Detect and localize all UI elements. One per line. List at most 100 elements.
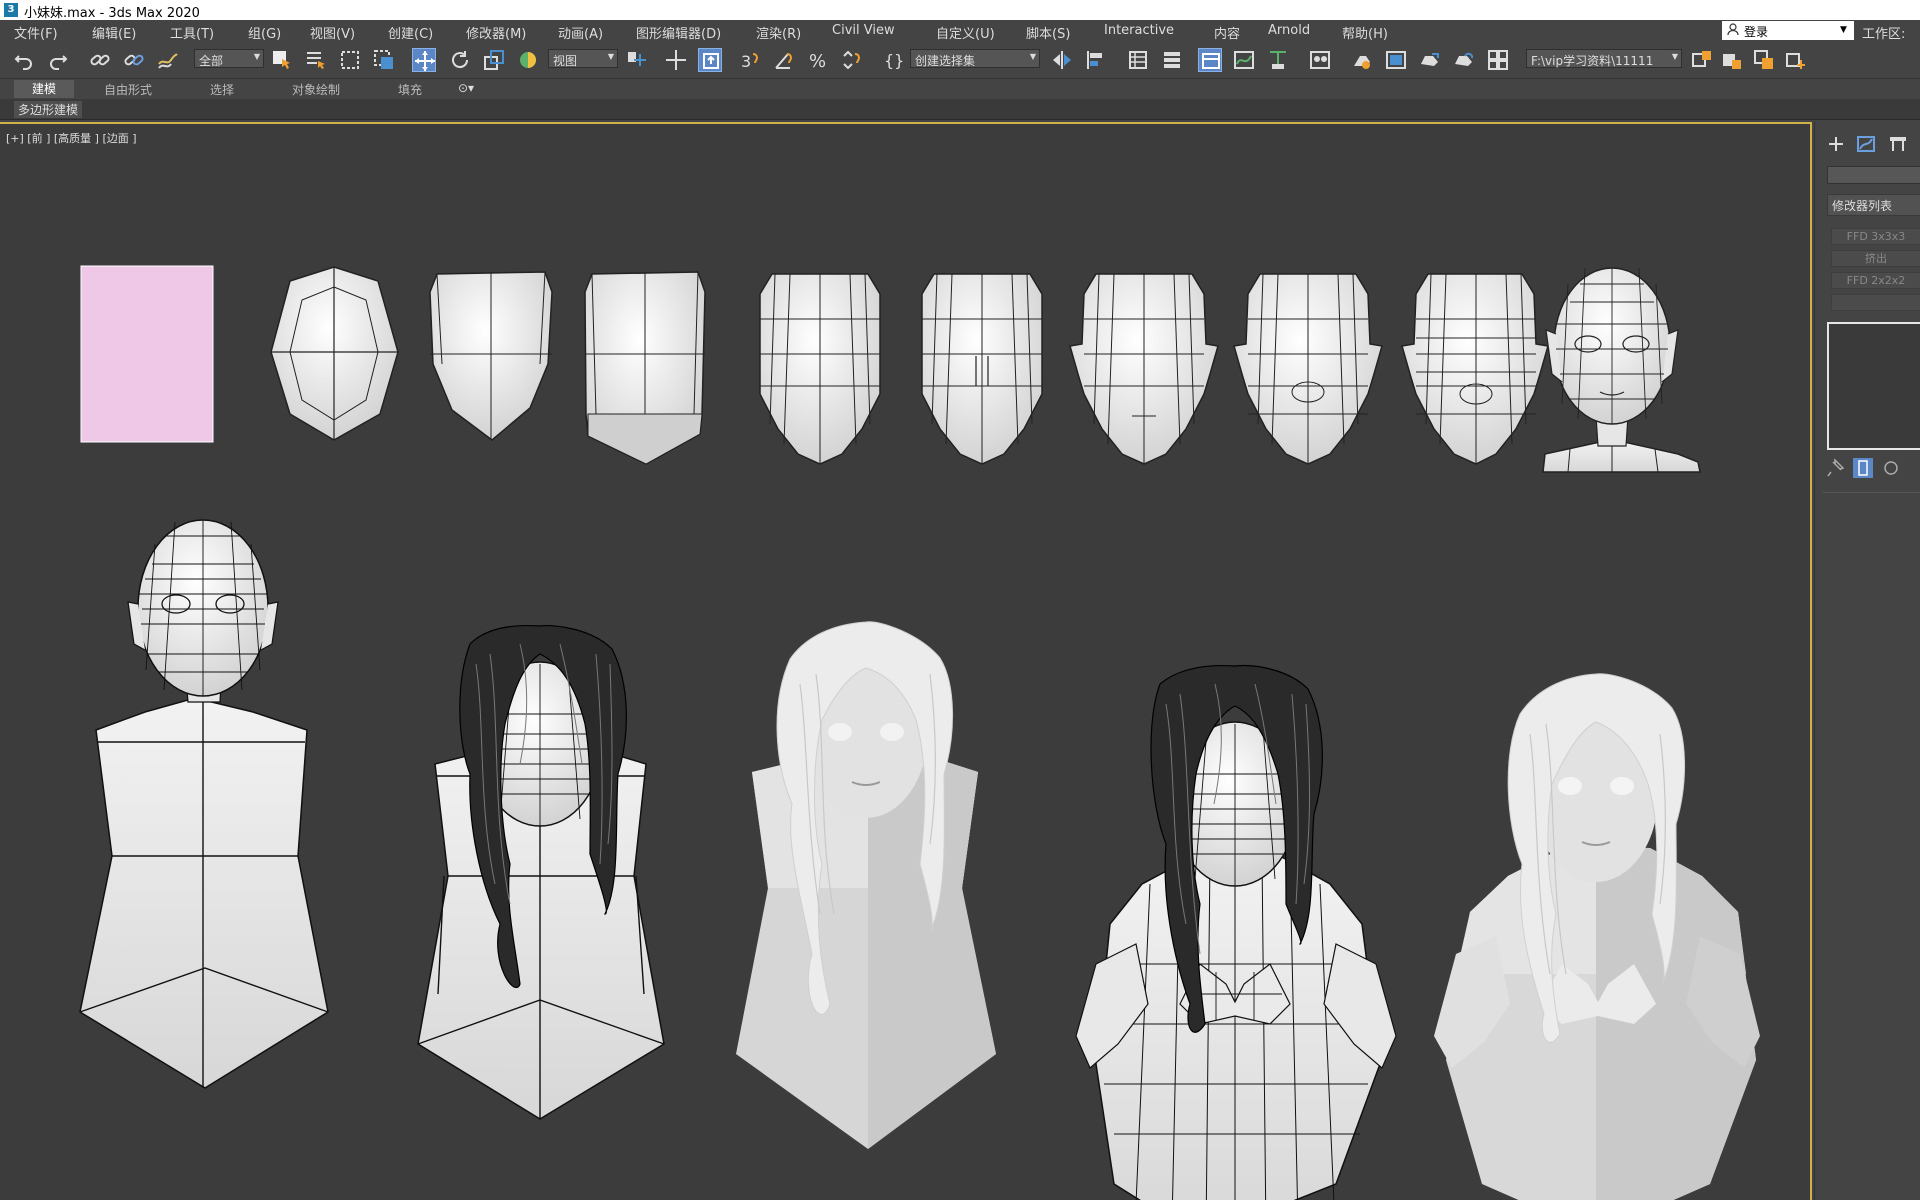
project-folder-dropdown[interactable]: F:\vip学习资料\11111 ▼ bbox=[1526, 49, 1682, 68]
reference-image-plane[interactable] bbox=[80, 265, 214, 443]
select-and-move-button[interactable] bbox=[412, 48, 436, 72]
toggle-ribbon-button[interactable] bbox=[1198, 48, 1222, 72]
modifier-list-dropdown[interactable]: 修改器列表 bbox=[1827, 194, 1920, 216]
named-selection-dropdown[interactable]: 创建选择集 ▼ bbox=[910, 49, 1040, 68]
rectangular-selection-button[interactable] bbox=[338, 48, 362, 72]
keyboard-shortcut-override-button[interactable] bbox=[698, 48, 722, 72]
bust-shaded-1-with-hair[interactable] bbox=[736, 621, 996, 1149]
project-set-button[interactable] bbox=[1690, 48, 1714, 72]
window-crossing-button[interactable] bbox=[372, 48, 396, 72]
chevron-down-icon: ▼ bbox=[1840, 25, 1847, 35]
menu-group[interactable]: 组(G) bbox=[248, 23, 281, 42]
bust-wireframe-1[interactable] bbox=[79, 519, 329, 1089]
head-stage-1[interactable] bbox=[270, 266, 399, 441]
modifier-stack[interactable] bbox=[1827, 322, 1920, 450]
modify-tab-icon[interactable] bbox=[1855, 134, 1879, 156]
ribbon-tab-freeform[interactable]: 自由形式 bbox=[104, 81, 152, 98]
hierarchy-tab-icon[interactable] bbox=[1887, 134, 1911, 156]
angle-snap-button[interactable] bbox=[772, 48, 796, 72]
menu-tools[interactable]: 工具(T) bbox=[170, 23, 214, 42]
pivot-center-button[interactable] bbox=[624, 48, 648, 72]
render-setup-button[interactable] bbox=[1350, 48, 1374, 72]
menu-arnold[interactable]: Arnold bbox=[1268, 23, 1310, 38]
menu-content[interactable]: 内容 bbox=[1214, 23, 1240, 42]
ribbon-tab-selection[interactable]: 选择 bbox=[210, 81, 234, 98]
menu-interactive[interactable]: Interactive bbox=[1104, 23, 1174, 38]
reference-coordinate-dropdown[interactable]: 视图 ▼ bbox=[548, 49, 618, 68]
select-by-name-button[interactable] bbox=[304, 48, 328, 72]
menu-customize[interactable]: 自定义(U) bbox=[936, 23, 995, 42]
head-stage-5[interactable] bbox=[921, 273, 1043, 465]
menu-create[interactable]: 创建(C) bbox=[388, 23, 433, 42]
ribbon-tab-object-paint[interactable]: 对象绘制 bbox=[292, 81, 340, 98]
align-button[interactable] bbox=[1084, 48, 1108, 72]
render-in-cloud-button[interactable] bbox=[1452, 48, 1476, 72]
head-stage-6[interactable] bbox=[1069, 273, 1219, 465]
a360-gallery-button[interactable] bbox=[1486, 48, 1510, 72]
head-stage-8[interactable] bbox=[1401, 273, 1549, 465]
modifier-button-extrude[interactable]: 挤出 bbox=[1831, 250, 1920, 267]
unlink-button[interactable] bbox=[122, 48, 146, 72]
workspace-label[interactable]: 工作区: bbox=[1862, 23, 1905, 42]
menu-rendering[interactable]: 渲染(R) bbox=[756, 23, 801, 42]
command-panel: 修改器列表 FFD 3x3x3 挤出 FFD 2x2x2 bbox=[1814, 122, 1920, 1200]
snaps-toggle-button[interactable]: 3 bbox=[738, 48, 762, 72]
polygon-modeling-panel-label[interactable]: 多边形建模 bbox=[14, 101, 83, 118]
select-and-scale-button[interactable] bbox=[482, 48, 506, 72]
ribbon-tab-modeling[interactable]: 建模 bbox=[14, 80, 75, 98]
redo-button[interactable] bbox=[46, 48, 70, 72]
sign-in-dropdown[interactable]: 登录 ▼ bbox=[1722, 21, 1854, 40]
bind-space-warp-button[interactable] bbox=[156, 48, 180, 72]
menu-modifiers[interactable]: 修改器(M) bbox=[466, 23, 526, 42]
bust-shaded-2-with-hair-and-hands[interactable] bbox=[1434, 673, 1760, 1200]
layer-explorer-button[interactable] bbox=[1160, 48, 1184, 72]
project-folder-button[interactable] bbox=[1752, 48, 1776, 72]
undo-button[interactable] bbox=[12, 48, 36, 72]
viewport-front[interactable]: [+] [前 ] [高质量 ] [边面 ] bbox=[0, 122, 1812, 1200]
menu-file[interactable]: 文件(F) bbox=[14, 23, 58, 42]
modifier-button-ffd3x3x3[interactable]: FFD 3x3x3 bbox=[1831, 228, 1920, 245]
head-stage-2[interactable] bbox=[429, 271, 553, 441]
select-and-place-button[interactable] bbox=[516, 48, 540, 72]
select-object-button[interactable] bbox=[270, 48, 294, 72]
ribbon-tab-populate[interactable]: 填充 bbox=[398, 81, 422, 98]
menu-scripting[interactable]: 脚本(S) bbox=[1026, 23, 1070, 42]
menu-help[interactable]: 帮助(H) bbox=[1342, 23, 1388, 42]
percent-snap-button[interactable]: % bbox=[806, 48, 830, 72]
show-end-result-icon[interactable] bbox=[1853, 458, 1873, 478]
selection-filter-dropdown[interactable]: 全部 ▼ bbox=[194, 49, 264, 68]
manipulate-button[interactable] bbox=[664, 48, 688, 72]
menu-graph-editors[interactable]: 图形编辑器(D) bbox=[636, 23, 721, 42]
mirror-button[interactable] bbox=[1050, 48, 1074, 72]
head-stage-3[interactable] bbox=[584, 271, 706, 465]
head-stage-4[interactable] bbox=[759, 273, 881, 465]
project-open-button[interactable] bbox=[1720, 48, 1744, 72]
curve-editor-button[interactable] bbox=[1232, 48, 1256, 72]
rendered-frame-window-button[interactable] bbox=[1384, 48, 1408, 72]
ribbon-options-icon[interactable]: ⊙▾ bbox=[458, 81, 474, 95]
make-unique-icon[interactable] bbox=[1881, 458, 1901, 478]
select-and-rotate-button[interactable] bbox=[448, 48, 472, 72]
edit-named-selection-button[interactable]: {} bbox=[882, 48, 906, 72]
object-name-field[interactable] bbox=[1827, 166, 1920, 184]
reference-coordinate-value: 视图 bbox=[553, 54, 578, 68]
bust-wireframe-3-with-hair-and-hands[interactable] bbox=[1075, 664, 1397, 1200]
spinner-snap-button[interactable] bbox=[840, 48, 864, 72]
schematic-view-button[interactable] bbox=[1266, 48, 1290, 72]
head-stage-7[interactable] bbox=[1233, 273, 1383, 465]
bust-wireframe-2-with-hair[interactable] bbox=[417, 624, 665, 1120]
scene-explorer-button[interactable] bbox=[1126, 48, 1150, 72]
pin-stack-icon[interactable] bbox=[1825, 458, 1845, 478]
menu-views[interactable]: 视图(V) bbox=[310, 23, 355, 42]
menu-edit[interactable]: 编辑(E) bbox=[92, 23, 136, 42]
material-editor-button[interactable] bbox=[1308, 48, 1332, 72]
create-tab-plus-icon[interactable] bbox=[1825, 134, 1849, 156]
project-new-button[interactable] bbox=[1784, 48, 1808, 72]
menu-civil-view[interactable]: Civil View bbox=[832, 23, 895, 38]
modifier-button-empty[interactable] bbox=[1831, 294, 1920, 311]
link-button[interactable] bbox=[88, 48, 112, 72]
menu-animation[interactable]: 动画(A) bbox=[558, 23, 603, 42]
modifier-button-ffd2x2x2[interactable]: FFD 2x2x2 bbox=[1831, 272, 1920, 289]
head-stage-9-with-neck[interactable] bbox=[1542, 267, 1701, 473]
render-production-button[interactable] bbox=[1418, 48, 1442, 72]
